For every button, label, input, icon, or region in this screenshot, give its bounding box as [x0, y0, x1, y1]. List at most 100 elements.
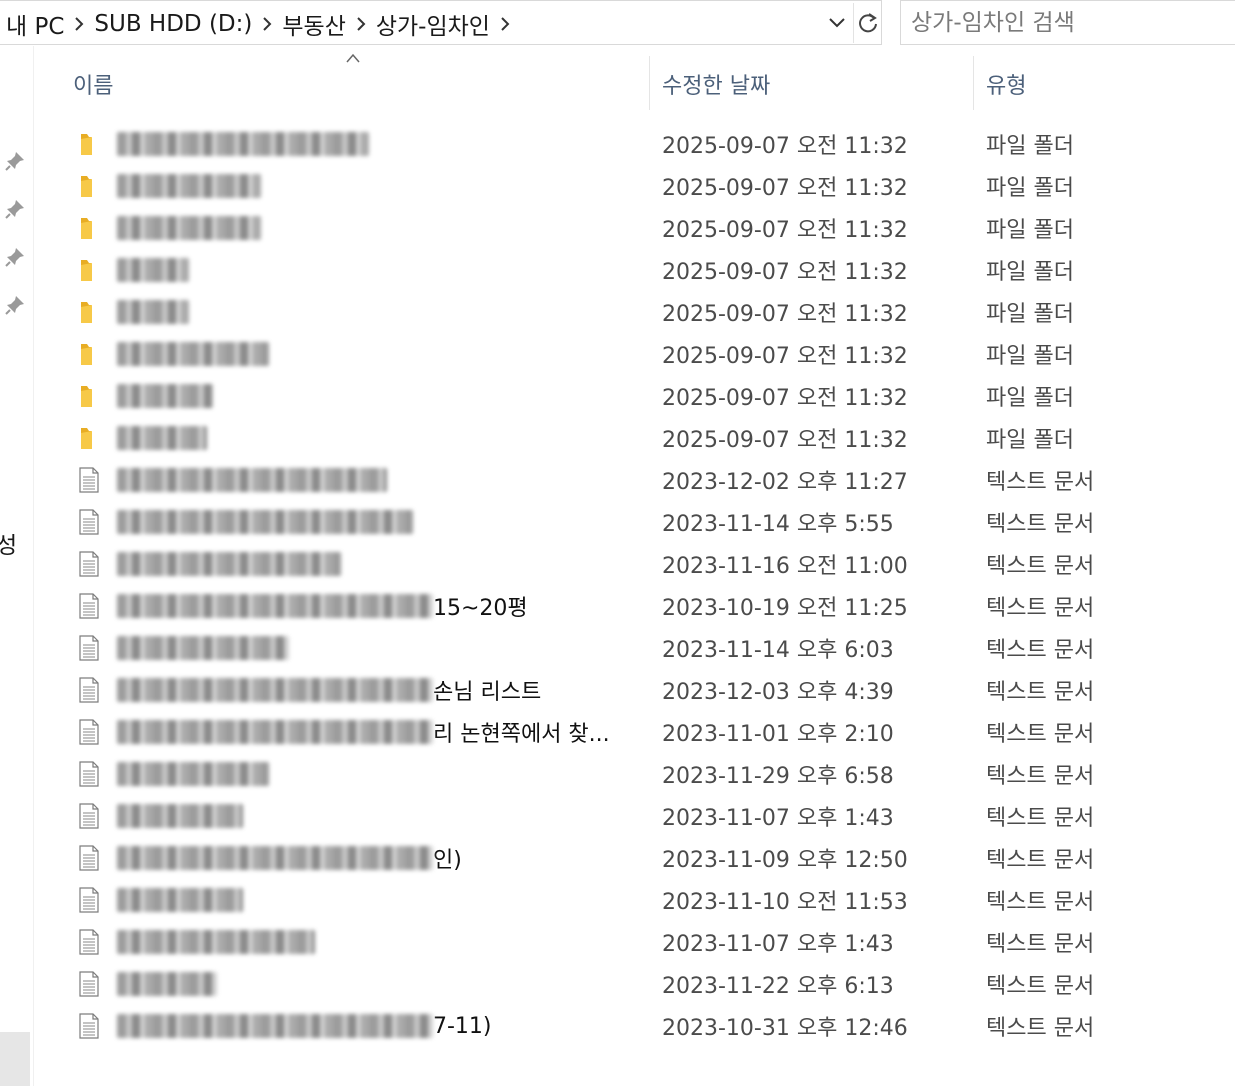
file-name[interactable]: 인) — [117, 837, 462, 879]
redacted-name — [117, 510, 413, 534]
file-type: 텍스트 문서 — [986, 890, 1095, 915]
folder-icon — [81, 176, 92, 197]
file-name[interactable] — [117, 249, 189, 291]
date-modified: 2023-11-07 오후 1:43 — [662, 806, 894, 831]
folder-row[interactable]: 2025-09-07 오전 11:32 파일 폴더 — [35, 291, 1235, 333]
column-name[interactable]: 이름 — [73, 56, 113, 112]
file-name[interactable] — [117, 165, 261, 207]
text-document-icon — [79, 929, 99, 955]
pin-icon[interactable] — [4, 246, 26, 268]
address-bar[interactable]: 내 PC SUB HDD (D:) 부동산 상가-임차인 — [0, 0, 882, 45]
text-document-icon — [79, 971, 99, 997]
file-row[interactable]: 2023-11-14 오후 6:03 텍스트 문서 — [35, 627, 1235, 669]
breadcrumb-real-estate[interactable]: 부동산 — [280, 7, 347, 41]
redacted-name — [117, 216, 261, 240]
folder-row[interactable]: 2025-09-07 오전 11:32 파일 폴더 — [35, 333, 1235, 375]
chevron-right-icon[interactable] — [348, 11, 374, 37]
address-history-dropdown[interactable] — [822, 3, 852, 43]
folder-row[interactable]: 2025-09-07 오전 11:32 파일 폴더 — [35, 207, 1235, 249]
breadcrumb-this-pc[interactable]: 내 PC — [4, 7, 66, 41]
date-modified: 2025-09-07 오전 11:32 — [662, 218, 908, 243]
date-modified: 2023-11-16 오전 11:00 — [662, 554, 908, 579]
search-box[interactable] — [900, 0, 1235, 45]
file-name[interactable] — [117, 753, 269, 795]
nav-scrollbar[interactable] — [0, 1032, 30, 1086]
file-name[interactable] — [117, 921, 315, 963]
file-name[interactable] — [117, 879, 243, 921]
chevron-right-icon[interactable] — [254, 11, 280, 37]
file-row[interactable]: 2023-11-07 오후 1:43 텍스트 문서 — [35, 921, 1235, 963]
file-row[interactable]: 2023-11-10 오전 11:53 텍스트 문서 — [35, 879, 1235, 921]
file-row[interactable]: 2023-11-29 오후 6:58 텍스트 문서 — [35, 753, 1235, 795]
file-type: 텍스트 문서 — [986, 638, 1095, 663]
folder-row[interactable]: 2025-09-07 오전 11:32 파일 폴더 — [35, 249, 1235, 291]
file-row[interactable]: 리 논현쪽에서 찾... 2023-11-01 오후 2:10 텍스트 문서 — [35, 711, 1235, 753]
folder-row[interactable]: 2025-09-07 오전 11:32 파일 폴더 — [35, 375, 1235, 417]
file-row[interactable]: 손님 리스트 2023-12-03 오후 4:39 텍스트 문서 — [35, 669, 1235, 711]
folder-row[interactable]: 2025-09-07 오전 11:32 파일 폴더 — [35, 417, 1235, 459]
text-document-icon — [79, 677, 99, 703]
file-row[interactable]: 15~20평 2023-10-19 오전 11:25 텍스트 문서 — [35, 585, 1235, 627]
pin-icon[interactable] — [4, 294, 26, 316]
file-name[interactable] — [117, 207, 261, 249]
file-name[interactable] — [117, 501, 413, 543]
file-name[interactable] — [117, 417, 207, 459]
breadcrumb-store-tenant[interactable]: 상가-임차인 — [374, 7, 492, 41]
file-name[interactable]: 손님 리스트 — [117, 669, 541, 711]
redacted-name — [117, 762, 269, 786]
column-divider[interactable] — [973, 56, 974, 110]
refresh-button[interactable] — [853, 3, 882, 43]
refresh-icon — [859, 13, 877, 33]
search-input[interactable] — [911, 6, 1231, 40]
file-type: 파일 폴더 — [986, 260, 1074, 285]
file-type: 텍스트 문서 — [986, 974, 1095, 999]
nav-item-fragment[interactable]: 성 — [0, 526, 17, 560]
breadcrumb-sub-hdd[interactable]: SUB HDD (D:) — [92, 11, 254, 37]
file-row[interactable]: 2023-12-02 오후 11:27 텍스트 문서 — [35, 459, 1235, 501]
file-row[interactable]: 2023-11-14 오후 5:55 텍스트 문서 — [35, 501, 1235, 543]
file-name[interactable] — [117, 375, 213, 417]
pin-icon[interactable] — [4, 150, 26, 172]
folder-row[interactable]: 2025-09-07 오전 11:32 파일 폴더 — [35, 165, 1235, 207]
redacted-name — [117, 636, 289, 660]
date-modified: 2023-12-03 오후 4:39 — [662, 680, 894, 705]
file-name[interactable] — [117, 123, 369, 165]
file-name[interactable] — [117, 795, 243, 837]
file-name[interactable] — [117, 459, 387, 501]
file-row[interactable]: 2023-11-22 오후 6:13 텍스트 문서 — [35, 963, 1235, 1005]
folder-icon — [81, 218, 92, 239]
text-document-icon — [79, 803, 99, 829]
file-type: 파일 폴더 — [986, 344, 1074, 369]
file-name[interactable]: 7-11) — [117, 1005, 492, 1047]
file-row[interactable]: 인) 2023-11-09 오후 12:50 텍스트 문서 — [35, 837, 1235, 879]
file-type: 텍스트 문서 — [986, 932, 1095, 957]
file-name[interactable]: 리 논현쪽에서 찾... — [117, 711, 610, 753]
column-type[interactable]: 유형 — [986, 56, 1026, 112]
file-name[interactable]: 15~20평 — [117, 585, 528, 627]
file-name[interactable] — [117, 291, 189, 333]
pin-icon[interactable] — [4, 198, 26, 220]
redacted-name — [117, 678, 433, 702]
file-row[interactable]: 7-11) 2023-10-31 오후 12:46 텍스트 문서 — [35, 1005, 1235, 1047]
column-divider[interactable] — [649, 56, 650, 110]
column-date-modified[interactable]: 수정한 날짜 — [662, 56, 770, 112]
text-document-icon — [79, 593, 99, 619]
file-type: 텍스트 문서 — [986, 596, 1095, 621]
file-name[interactable] — [117, 543, 341, 585]
text-document-icon — [79, 509, 99, 535]
file-type: 텍스트 문서 — [986, 722, 1095, 747]
file-row[interactable]: 2023-11-07 오후 1:43 텍스트 문서 — [35, 795, 1235, 837]
chevron-right-icon[interactable] — [492, 11, 518, 37]
chevron-right-icon[interactable] — [66, 11, 92, 37]
file-row[interactable]: 2023-11-16 오전 11:00 텍스트 문서 — [35, 543, 1235, 585]
folder-icon — [81, 302, 92, 323]
file-name[interactable] — [117, 333, 269, 375]
file-name[interactable] — [117, 963, 217, 1005]
folder-row[interactable]: 2025-09-07 오전 11:32 파일 폴더 — [35, 123, 1235, 165]
date-modified: 2025-09-07 오전 11:32 — [662, 302, 908, 327]
navigation-pane[interactable]: 성 — [0, 46, 34, 1086]
text-document-icon — [79, 467, 99, 493]
date-modified: 2023-10-31 오후 12:46 — [662, 1016, 908, 1041]
redacted-name — [117, 594, 433, 618]
file-name[interactable] — [117, 627, 289, 669]
